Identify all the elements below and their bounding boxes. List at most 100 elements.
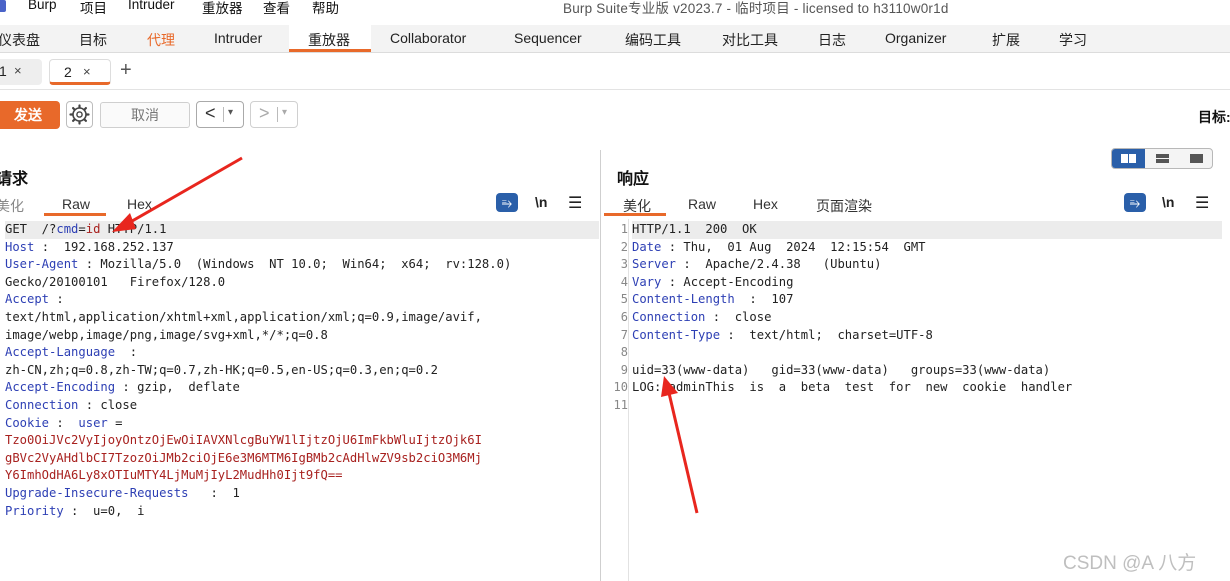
header-name: Vary [632,274,662,289]
menu-view[interactable]: 查看 [263,0,290,17]
cancel-button[interactable]: 取消 [100,102,190,128]
tabs-layout-icon[interactable] [1180,149,1212,168]
response-tab-render[interactable]: 页面渲染 [816,196,872,216]
code-text: : [115,345,138,360]
tab-decoder[interactable]: 编码工具 [625,30,681,50]
tab-repeater[interactable]: 重放器 [308,30,350,50]
tab-comparer[interactable]: 对比工具 [722,30,778,50]
target-label[interactable]: 目标: [1198,107,1230,127]
chevron-down-icon[interactable]: ▾ [282,107,287,118]
add-tab-icon[interactable]: + [120,59,132,82]
code-line: Connection : close [632,309,1222,327]
response-tab-selected-indicator [604,213,666,216]
repeater-tab-1[interactable]: 1 × [0,59,42,85]
response-tab-raw[interactable]: Raw [688,196,716,212]
menu-icon[interactable]: ☰ [568,193,582,213]
line-number-gutter: 1 2 3 4 5 6 7 8 9 10 11 [604,221,628,415]
tab-dashboard[interactable]: 仪表盘 [0,30,40,50]
header-name: Upgrade-Insecure-Requests [5,485,189,500]
menu-project[interactable]: 项目 [80,0,107,17]
line-number: 3 [620,257,628,272]
newline-icon[interactable]: \n [535,194,547,210]
request-editor[interactable]: GET /?cmd=id HTTP/1.1 Host : 192.168.252.… [5,221,599,520]
tab-organizer[interactable]: Organizer [885,30,946,46]
tab-learn[interactable]: 学习 [1059,30,1087,50]
menu-burp[interactable]: Burp [28,0,57,12]
settings-button[interactable] [66,101,93,128]
back-button[interactable]: < ▾ [196,101,244,128]
chevron-down-icon[interactable]: ▾ [228,107,233,118]
tab-intruder[interactable]: Intruder [214,30,262,46]
tab-collaborator[interactable]: Collaborator [390,30,466,46]
code-text: : Apache/2.4.38 (Ubuntu) [676,257,882,272]
send-button[interactable]: 发送 [0,101,60,129]
code-text: : [49,415,79,430]
response-editor[interactable]: HTTP/1.1 200 OK Date : Thu, 01 Aug 2024 1… [632,221,1222,415]
header-name: Connection [632,309,706,324]
code-line: Gecko/20100101 Firefox/128.0 [5,274,599,292]
newline-icon[interactable]: \n [1162,194,1174,210]
button-separator [223,107,224,122]
line-number: 9 [620,362,628,377]
code-text: = [107,415,123,430]
code-line: Vary : Accept-Encoding [632,274,1222,292]
code-text: : close [705,309,772,324]
gutter-divider [628,219,629,581]
panel-divider[interactable] [600,150,601,581]
tab-proxy[interactable]: 代理 [147,30,175,50]
request-panel-title: 请求 [0,171,29,188]
close-icon[interactable]: × [83,64,91,79]
line-number: 11 [613,397,628,412]
layout-toggle[interactable] [1111,148,1213,169]
close-icon[interactable]: × [14,63,22,78]
tab-extensions[interactable]: 扩展 [992,30,1020,50]
header-name: User-Agent [5,257,79,272]
menu-repeater[interactable]: 重放器 [202,0,243,17]
request-tab-pretty[interactable]: 美化 [0,196,24,216]
tab-sequencer[interactable]: Sequencer [514,30,582,46]
code-text: HTTP/1.1 [100,222,167,236]
split-horizontal-icon[interactable] [1112,149,1145,168]
highlighted-value: Tzo0OiJVc2VyIjoyOntzOjEwOiIAVXNlcgBuYW1l… [5,433,482,448]
line-number: 1 [620,222,628,236]
code-text: text/html,application/xhtml+xml,applicat… [5,309,482,324]
highlighted-value: gBVc2VyAHdlbCI7TzozOiJMb2ciOjE6e3M6MTM6I… [5,450,482,465]
repeater-tab-bar [0,53,1230,90]
tab-logger[interactable]: 日志 [818,30,846,50]
line-number: 4 [620,274,628,289]
code-line: zh-CN,zh;q=0.8,zh-TW;q=0.7,zh-HK;q=0.5,e… [5,362,599,380]
forward-button[interactable]: > ▾ [250,101,298,128]
word-wrap-icon[interactable]: ⥱ [496,193,518,212]
tab-target[interactable]: 目标 [79,30,107,50]
code-line: Content-Length : 107 [632,291,1222,309]
header-name: Accept [5,292,50,307]
repeater-tab-2[interactable]: 2 × [49,59,111,85]
line-number: 7 [620,327,628,342]
request-tab-hex[interactable]: Hex [127,196,152,212]
header-name: Content-Length [632,292,735,307]
code-text: : u=0, i [63,503,145,518]
code-text: : Accept-Encoding [661,274,794,289]
code-line: Accept-Language : [5,344,599,362]
code-line: Accept : [5,291,599,309]
header-name: Host [5,239,35,254]
response-tab-hex[interactable]: Hex [753,196,778,212]
split-vertical-icon[interactable] [1146,149,1179,168]
word-wrap-icon[interactable]: ⥱ [1124,193,1146,212]
menu-intruder[interactable]: Intruder [128,0,175,12]
line-number: 10 [613,380,628,395]
header-name: Date [632,239,662,254]
code-line: Priority : u=0, i [5,503,599,521]
line-number: 5 [620,292,628,307]
code-text: = [78,222,86,236]
code-text: : gzip, deflate [115,380,240,395]
request-tab-raw[interactable]: Raw [62,196,90,212]
code-line: image/webp,image/png,image/svg+xml,*/*;q… [5,327,599,345]
menu-help[interactable]: 帮助 [312,0,339,17]
code-text: : [49,292,64,307]
menu-icon[interactable]: ☰ [1195,193,1209,213]
code-line: Host : 192.168.252.137 [5,239,599,257]
code-line: Cookie : user = [5,415,599,433]
